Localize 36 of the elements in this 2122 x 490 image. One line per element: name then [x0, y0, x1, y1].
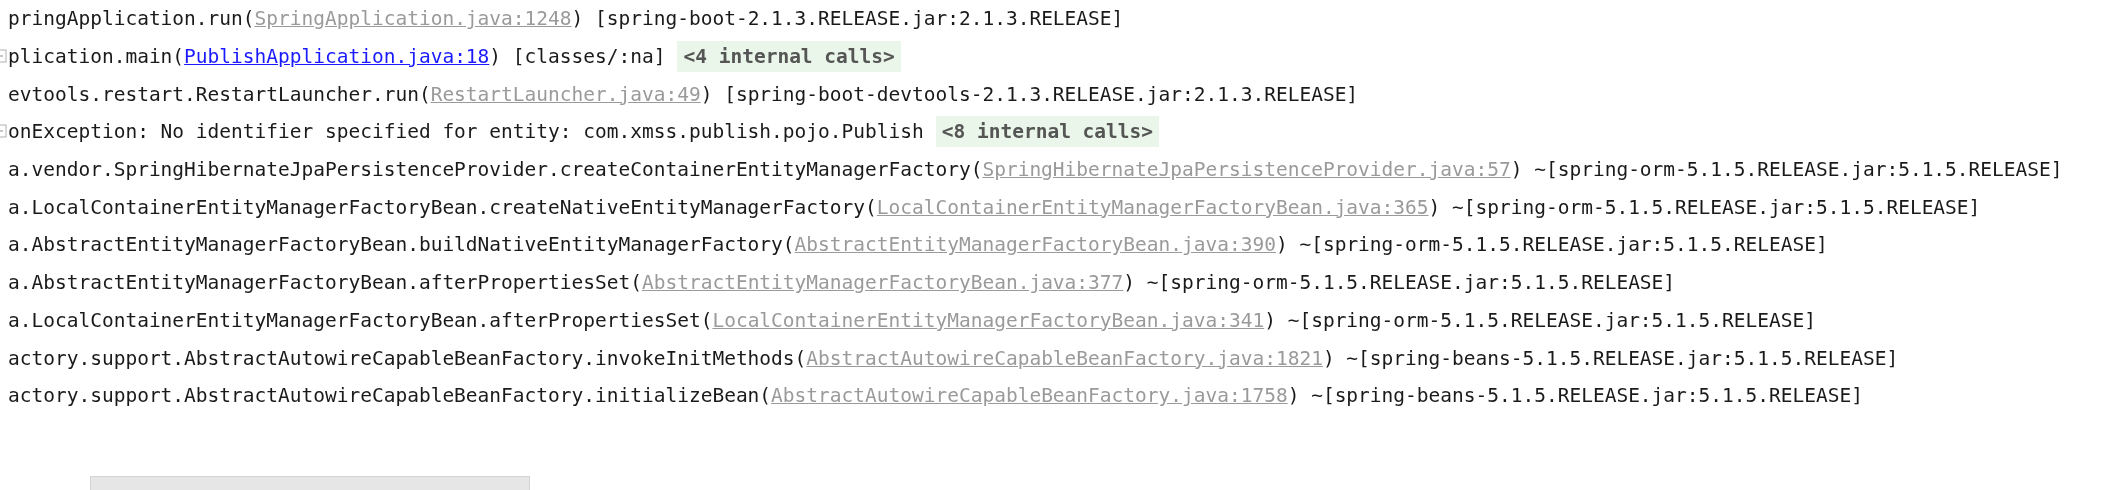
log-text: evtools.restart.RestartLauncher.run(	[8, 82, 431, 106]
source-link[interactable]: LocalContainerEntityManagerFactoryBean.java:365	[876, 195, 1429, 219]
internal-calls-toggle[interactable]: <4 internal calls>	[677, 41, 901, 73]
expand-icon[interactable]	[0, 124, 8, 139]
source-link[interactable]: SpringApplication.java:1248	[254, 7, 572, 31]
log-text: ) [spring-boot-devtools-2.1.3.RELEASE.jar:2.1.3.RELEASE]	[700, 82, 1359, 106]
log-text: plication.main(	[8, 45, 185, 69]
source-link[interactable]: AbstractEntityManagerFactoryBean.java:390	[794, 233, 1276, 257]
log-text: actory.support.AbstractAutowireCapableBeanFactory.initializeBean(	[8, 384, 772, 408]
log-text: a.AbstractEntityManagerFactoryBean.afterPropertiesSet(	[8, 271, 642, 295]
log-text: a.LocalContainerEntityManagerFactoryBean.afterPropertiesSet(	[8, 308, 713, 332]
expand-icon[interactable]	[0, 48, 8, 63]
source-link[interactable]: LocalContainerEntityManagerFactoryBean.java:341	[712, 308, 1265, 332]
log-text: ) [spring-boot-2.1.3.RELEASE.jar:2.1.3.RELEASE]	[571, 7, 1124, 31]
source-link[interactable]: PublishApplication.java:18	[184, 45, 490, 69]
log-text: ) [classes/:na]	[489, 45, 666, 69]
source-link[interactable]: AbstractAutowireCapableBeanFactory.java:1758	[771, 384, 1288, 408]
log-text: a.AbstractEntityManagerFactoryBean.buildNativeEntityManagerFactory(	[8, 233, 795, 257]
internal-calls-toggle[interactable]: <8 internal calls>	[935, 116, 1160, 148]
log-text: onException: No identifier specified for entity: com.xmss.publish.pojo.Publish	[8, 120, 924, 144]
log-text: ) ~[spring-beans-5.1.5.RELEASE.jar:5.1.5.RELEASE]	[1322, 346, 1899, 370]
log-text: ) ~[spring-orm-5.1.5.RELEASE.jar:5.1.5.RELEASE]	[1264, 308, 1816, 332]
log-text: actory.support.AbstractAutowireCapableBeanFactory.invokeInitMethods(	[8, 346, 807, 370]
log-text: ) ~[spring-beans-5.1.5.RELEASE.jar:5.1.5.RELEASE]	[1287, 384, 1863, 408]
log-text: pringApplication.run(	[8, 7, 255, 31]
log-text: a.LocalContainerEntityManagerFactoryBean.createNativeEntityManagerFactory(	[8, 195, 877, 219]
log-text: ) ~[spring-orm-5.1.5.RELEASE.jar:5.1.5.RELEASE]	[1123, 271, 1676, 295]
source-link[interactable]: RestartLauncher.java:49	[430, 82, 701, 106]
log-text: a.vendor.SpringHibernateJpaPersistenceProvider.createContainerEntityManagerFactory(	[8, 158, 983, 182]
log-text: ) ~[spring-orm-5.1.5.RELEASE.jar:5.1.5.RELEASE]	[1510, 158, 2063, 182]
log-text: ) ~[spring-orm-5.1.5.RELEASE.jar:5.1.5.RELEASE]	[1275, 233, 1828, 257]
source-link[interactable]: AbstractAutowireCapableBeanFactory.java:1821	[806, 346, 1323, 370]
scrollbar-thumb[interactable]	[90, 476, 530, 490]
source-link[interactable]: AbstractEntityManagerFactoryBean.java:377	[641, 271, 1124, 295]
log-text: ) ~[spring-orm-5.1.5.RELEASE.jar:5.1.5.RELEASE]	[1428, 195, 1981, 219]
source-link[interactable]: SpringHibernateJpaPersistenceProvider.java:57	[982, 158, 1511, 182]
